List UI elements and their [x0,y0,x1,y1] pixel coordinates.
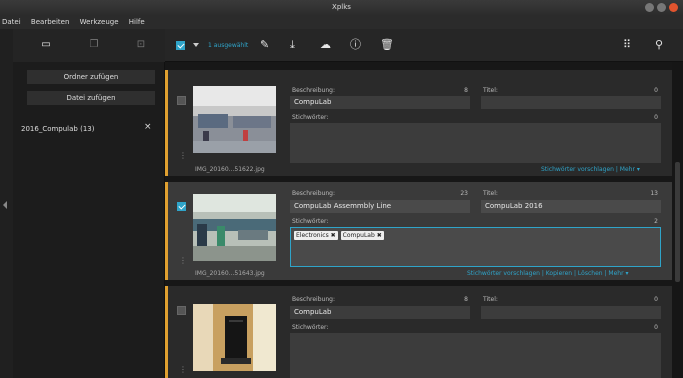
app-window: Xplks Datei Bearbeiten Werkzeuge Hilfe 1… [0,0,683,378]
thumbnail[interactable] [193,86,276,153]
keywords-label: Stichwörter: [292,114,329,121]
maximize-button[interactable] [657,3,666,12]
card-checkbox[interactable] [177,202,186,211]
card-actions[interactable]: Stichwörter vorschlagen | Kopieren | Lös… [467,270,628,277]
keywords-label: Stichwörter: [292,324,329,331]
description-field[interactable]: CompuLab [290,306,470,319]
selection-dropdown-icon[interactable] [193,43,199,47]
description-field[interactable]: CompuLab [290,96,470,109]
edit-icon[interactable]: ✎ [260,39,269,51]
select-all-checkbox[interactable] [176,41,185,50]
title-label: Titel: [483,87,498,94]
description-label: Beschreibung: [292,87,335,94]
tab-history-icon[interactable]: ❐ [87,38,101,50]
keywords-field[interactable]: Electronics ✖ CompuLab ✖ [290,227,661,267]
computer-photo [193,304,276,371]
collapse-arrow-icon[interactable] [3,201,7,209]
grid-icon[interactable]: ⠿ [623,39,631,51]
file-name: IMG_20160...51643.jpg [195,270,265,277]
upload-icon[interactable]: ☁ [320,39,331,51]
search-icon[interactable]: ⚲ [655,39,663,51]
title-count: 0 [654,87,658,94]
sidebar: Ordner zufügen Datei zufügen 2016_Compul… [13,62,165,378]
collapse-strip[interactable] [0,29,13,378]
keywords-label: Stichwörter: [292,218,329,225]
thumbnail[interactable] [193,194,276,261]
keywords-count: 0 [654,324,658,331]
artwork-card[interactable]: ⋮ IMG_20160...51622.jpg Beschreibung: 8 … [165,70,672,176]
info-icon[interactable]: ⓘ [350,39,361,51]
keywords-count: 2 [654,218,658,225]
description-label: Beschreibung: [292,190,335,197]
artwork-card[interactable]: ⋮ Beschreibung: 8 CompuLab Titel: 0 Stic… [165,286,672,378]
title-field[interactable] [481,96,661,109]
description-field[interactable]: CompuLab Assemmbly Line [290,200,470,213]
tab-folders-icon[interactable]: ▭ [39,38,53,50]
card-actions[interactable]: Stichwörter vorschlagen | Mehr ▾ [541,166,640,173]
save-icon[interactable]: ⤓ [290,39,295,51]
tab-filter-icon[interactable]: ⊡ [134,38,148,50]
keywords-field[interactable] [290,333,661,378]
thumbnail[interactable] [193,304,276,371]
factory-photo [193,86,276,153]
title-field[interactable] [481,306,661,319]
scrollbar-thumb[interactable] [675,162,680,282]
sidebar-item-collection[interactable]: 2016_Compulab (13) [21,125,94,133]
add-file-button[interactable]: Datei zufügen [27,91,155,105]
title-count: 0 [654,296,658,303]
artwork-list: ⋮ IMG_20160...51622.jpg Beschreibung: 8 … [165,62,672,378]
keywords-count: 0 [654,114,658,121]
description-label: Beschreibung: [292,296,335,303]
keyword-tag[interactable]: CompuLab ✖ [340,231,384,240]
title-field[interactable]: CompuLab 2016 [481,200,661,213]
title-count: 13 [650,190,658,197]
description-count: 23 [460,190,468,197]
sidebar-tabs: ▭ ❐ ⊡ [13,29,165,62]
menu-bearbeiten[interactable]: Bearbeiten [31,15,69,29]
drag-handle-icon[interactable]: ⋮ [179,257,187,265]
window-title: Xplks [332,3,351,11]
drag-handle-icon[interactable]: ⋮ [179,152,187,160]
minimize-button[interactable] [645,3,654,12]
file-name: IMG_20160...51622.jpg [195,166,265,173]
keywords-field[interactable] [290,123,661,163]
menu-bar: Datei Bearbeiten Werkzeuge Hilfe [0,15,683,29]
trash-icon[interactable]: 🗑 [380,39,394,51]
menu-hilfe[interactable]: Hilfe [129,15,145,29]
title-label: Titel: [483,296,498,303]
title-label: Titel: [483,190,498,197]
close-button[interactable] [669,3,678,12]
description-count: 8 [464,296,468,303]
assembly-line-photo [193,194,276,261]
keyword-tag[interactable]: Electronics ✖ [294,231,338,240]
card-checkbox[interactable] [177,306,186,315]
scrollbar[interactable] [672,62,683,378]
card-checkbox[interactable] [177,96,186,105]
description-count: 8 [464,87,468,94]
selected-count: 1 ausgewählt [208,42,249,49]
add-folder-button[interactable]: Ordner zufügen [27,70,155,84]
menu-werkzeuge[interactable]: Werkzeuge [80,15,119,29]
title-bar: Xplks [0,0,683,15]
menu-datei[interactable]: Datei [2,15,21,29]
remove-collection-icon[interactable]: × [144,122,152,132]
drag-handle-icon[interactable]: ⋮ [179,366,187,374]
artwork-card-selected[interactable]: ⋮ IMG_20160...51643.jpg Beschreibung: 23… [165,182,672,280]
